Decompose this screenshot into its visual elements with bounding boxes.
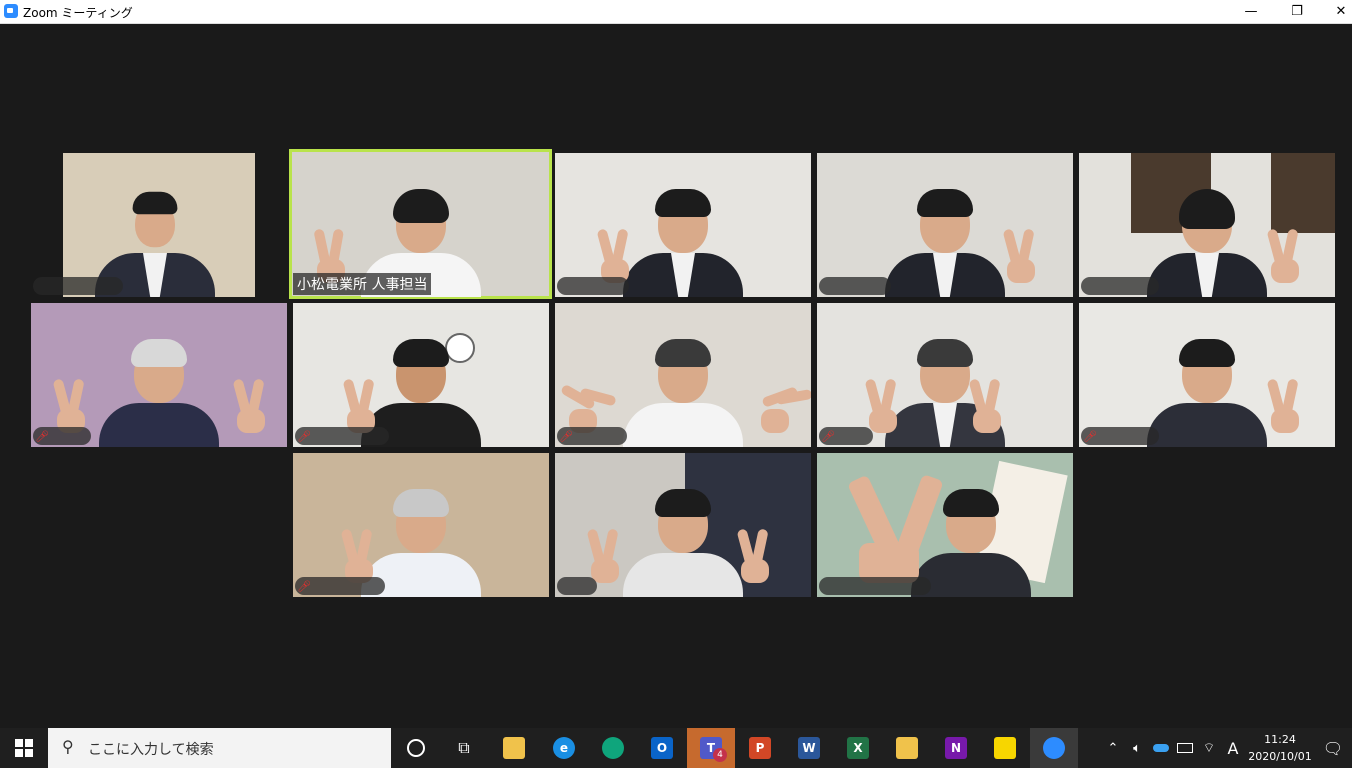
restore-button[interactable]: ❐ — [1274, 0, 1320, 23]
peace-hand — [339, 528, 381, 583]
muted-mic-icon: 🎤︎ — [1083, 430, 1097, 443]
start-windows-icon[interactable] — [0, 728, 48, 768]
zoom-taskbar-icon[interactable] — [1030, 728, 1078, 768]
participant-figure — [885, 177, 1005, 297]
participant-figure — [99, 327, 219, 447]
video-tile[interactable] — [1079, 153, 1335, 297]
participant-name-tag — [1081, 277, 1159, 295]
search-placeholder: ここに入力して検索 — [88, 742, 214, 758]
excel-icon[interactable]: X — [834, 728, 882, 768]
file-explorer-icon[interactable] — [490, 728, 538, 768]
participant-figure — [1147, 177, 1267, 297]
task-view-icon[interactable]: ⧉ — [440, 728, 488, 768]
peace-hand — [341, 378, 383, 433]
participant-name-tag — [557, 577, 597, 595]
teams-notification-badge: 4 — [713, 748, 727, 762]
video-tile[interactable]: 🎤︎ — [817, 303, 1073, 447]
video-tile[interactable] — [817, 453, 1073, 597]
taskbar-clock[interactable]: 11:24 2020/10/01 — [1246, 731, 1314, 765]
muted-mic-icon: 🎤︎ — [297, 580, 311, 593]
peace-hand — [51, 378, 93, 433]
wifi-icon[interactable]: ⌔ — [1198, 728, 1220, 768]
speaker-icon[interactable]: 🔈︎ — [1126, 728, 1148, 768]
video-tile[interactable]: 🎤︎ — [293, 303, 549, 447]
participant-name-tag — [819, 277, 891, 295]
window-titlebar: Zoom ミーティング — ❐ ✕ — [0, 0, 1352, 24]
peace-hand — [595, 228, 637, 283]
participant-figure — [1147, 327, 1267, 447]
participant-name-tag — [33, 277, 123, 295]
windows-taskbar: ⚲ ここに入力して検索 ⧉ e O T 4 P W X N ⌃ 🔈︎ ⌔ A 1… — [0, 728, 1352, 768]
video-tile[interactable]: 🎤︎ — [555, 303, 811, 447]
sticky-notes-icon[interactable] — [981, 728, 1029, 768]
battery-icon[interactable] — [1174, 728, 1196, 768]
peace-hand — [231, 378, 273, 433]
participant-figure — [623, 327, 743, 447]
chevron-up-icon[interactable]: ⌃ — [1102, 728, 1124, 768]
zoom-app-icon — [4, 4, 18, 18]
video-tile[interactable] — [555, 453, 811, 597]
powerpoint-icon[interactable]: P — [736, 728, 784, 768]
search-icon: ⚲ — [62, 737, 74, 756]
onenote-icon[interactable]: N — [932, 728, 980, 768]
peace-hand — [585, 528, 627, 583]
peace-hand — [1001, 228, 1043, 283]
video-tile[interactable] — [817, 153, 1073, 297]
peace-hand — [735, 528, 777, 583]
teams-icon[interactable]: T 4 — [687, 728, 735, 768]
peace-hand — [863, 378, 905, 433]
muted-mic-icon: 🎤︎ — [559, 430, 573, 443]
video-tile[interactable]: 🎤︎ — [293, 453, 549, 597]
outlook-icon[interactable]: O — [638, 728, 686, 768]
muted-mic-icon: 🎤︎ — [821, 430, 835, 443]
cortana-icon[interactable] — [392, 728, 440, 768]
window-title: Zoom ミーティング — [23, 6, 133, 20]
video-tile[interactable]: 🎤︎ — [1079, 303, 1335, 447]
video-tile[interactable] — [555, 153, 811, 297]
peace-hand — [1265, 378, 1307, 433]
minimize-button[interactable]: — — [1228, 0, 1274, 23]
peace-hand — [967, 378, 1009, 433]
peace-hand — [1265, 228, 1307, 283]
participant-name-tag — [557, 277, 629, 295]
word-icon[interactable]: W — [785, 728, 833, 768]
clock-time: 11:24 — [1264, 733, 1296, 746]
onedrive-icon[interactable] — [1150, 728, 1172, 768]
participant-figure — [623, 477, 743, 597]
muted-mic-icon: 🎤︎ — [35, 430, 49, 443]
internet-explorer-icon[interactable]: e — [540, 728, 588, 768]
peace-hand — [755, 383, 811, 433]
close-button[interactable]: ✕ — [1318, 0, 1352, 23]
muted-mic-icon: 🎤︎ — [297, 430, 311, 443]
peace-hand — [559, 383, 633, 433]
file-manager-icon[interactable] — [883, 728, 931, 768]
clock-date: 2020/10/01 — [1248, 750, 1312, 763]
edge-icon[interactable] — [589, 728, 637, 768]
peace-hand — [847, 473, 944, 583]
video-tile-active-speaker[interactable]: 小松電業所 人事担当 — [289, 149, 552, 299]
notifications-icon[interactable]: 🗨︎ — [1316, 728, 1350, 768]
wall-picture — [1271, 153, 1335, 233]
taskbar-search-box[interactable]: ⚲ ここに入力して検索 — [48, 728, 391, 768]
active-speaker-label: 小松電業所 人事担当 — [293, 273, 432, 295]
participant-figure — [623, 177, 743, 297]
video-tile[interactable] — [31, 153, 255, 297]
gallery-view: 小松電業所 人事担当 🎤︎ 🎤︎ 🎤︎ 🎤︎ 🎤︎ 🎤︎ — [0, 24, 1352, 728]
ime-indicator[interactable]: A — [1222, 728, 1244, 768]
participant-name-tag — [819, 577, 931, 595]
video-tile[interactable]: 🎤︎ — [31, 303, 287, 447]
